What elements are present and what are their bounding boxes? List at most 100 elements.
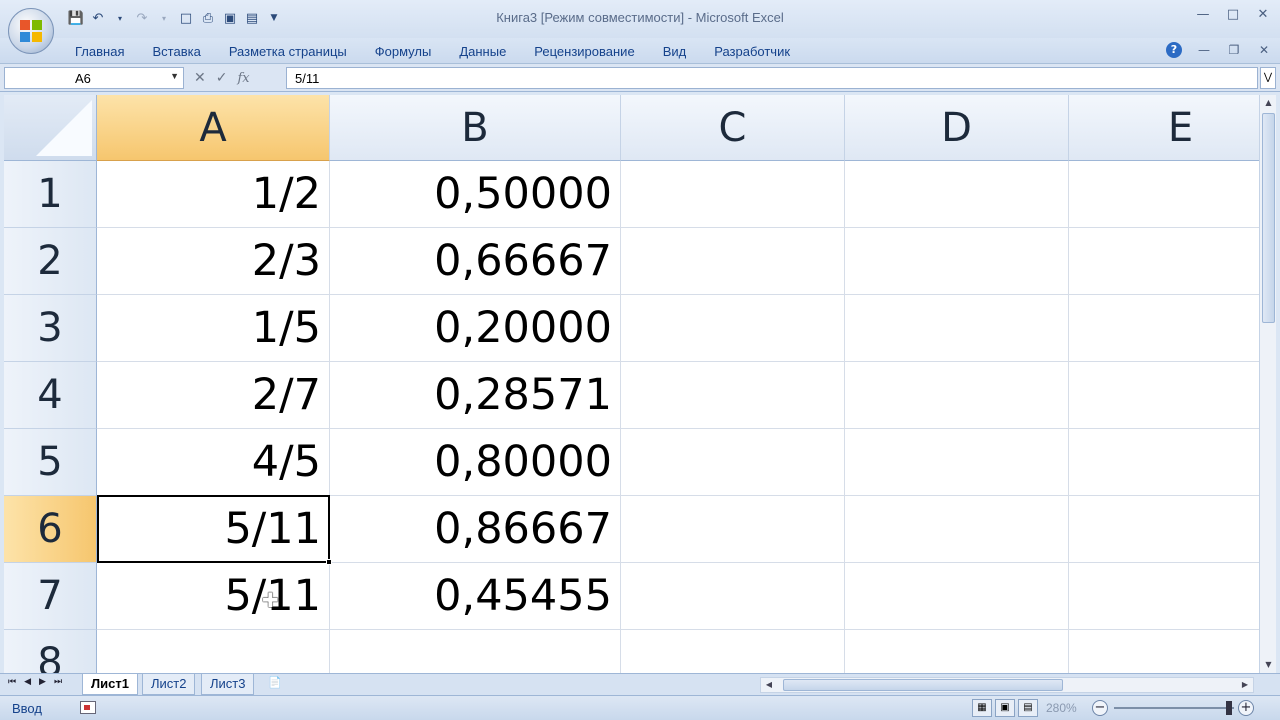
row-header-5[interactable]: 5 <box>4 429 97 496</box>
sheet-tab-1[interactable]: Лист1 <box>82 674 138 695</box>
formula-input[interactable]: 5/11 <box>286 67 1258 89</box>
cell-e3[interactable] <box>1069 295 1259 362</box>
cell-d5[interactable] <box>845 429 1069 496</box>
cell-c1[interactable] <box>621 161 845 228</box>
chevron-down-icon[interactable]: ▼ <box>170 71 179 81</box>
cell-c3[interactable] <box>621 295 845 362</box>
vertical-scroll-thumb[interactable] <box>1262 113 1275 323</box>
cell-d4[interactable] <box>845 362 1069 429</box>
row-header-6[interactable]: 6 <box>4 496 97 563</box>
cell-a3[interactable]: 1/5 <box>97 295 330 362</box>
zoom-out-icon[interactable]: − <box>1092 700 1108 716</box>
prev-sheet-icon[interactable]: ◀ <box>24 677 31 687</box>
tab-page-layout[interactable]: Разметка страницы <box>229 44 347 59</box>
scroll-right-icon[interactable]: ▶ <box>1237 678 1253 692</box>
row-header-3[interactable]: 3 <box>4 295 97 362</box>
tab-developer[interactable]: Разработчик <box>714 44 790 59</box>
cell-a5[interactable]: 4/5 <box>97 429 330 496</box>
minimize-icon[interactable]: — <box>1194 6 1212 24</box>
tab-formulas[interactable]: Формулы <box>375 44 432 59</box>
cell-b2[interactable]: 0,66667 <box>330 228 621 295</box>
cell-b3[interactable]: 0,20000 <box>330 295 621 362</box>
cell-b8[interactable] <box>330 630 621 673</box>
close-icon[interactable]: ✕ <box>1256 42 1272 58</box>
close-icon[interactable]: ✕ <box>1254 6 1272 24</box>
row-header-7[interactable]: 7 <box>4 563 97 630</box>
next-sheet-icon[interactable]: ▶ <box>39 677 46 687</box>
cell-e4[interactable] <box>1069 362 1259 429</box>
cell-a7[interactable]: 5/11 <box>97 563 330 630</box>
scroll-up-icon[interactable]: ▲ <box>1260 95 1277 111</box>
cell-d6[interactable] <box>845 496 1069 563</box>
cell-a6[interactable]: 5/11 <box>97 496 330 563</box>
normal-view-icon[interactable]: ▦ <box>972 699 992 717</box>
cell-e2[interactable] <box>1069 228 1259 295</box>
cell-a8[interactable] <box>97 630 330 673</box>
scroll-down-icon[interactable]: ▼ <box>1260 657 1277 673</box>
cell-b1[interactable]: 0,50000 <box>330 161 621 228</box>
office-button[interactable] <box>8 8 54 54</box>
zoom-in-icon[interactable]: + <box>1238 700 1254 716</box>
maximize-icon[interactable]: □ <box>1224 6 1242 24</box>
check-icon[interactable]: ✓ <box>216 70 228 86</box>
cell-e5[interactable] <box>1069 429 1259 496</box>
cell-d1[interactable] <box>845 161 1069 228</box>
cell-c7[interactable] <box>621 563 845 630</box>
row-header-2[interactable]: 2 <box>4 228 97 295</box>
cell-a4[interactable]: 2/7 <box>97 362 330 429</box>
cell-d8[interactable] <box>845 630 1069 673</box>
macro-record-icon[interactable] <box>80 701 96 714</box>
cell-d7[interactable] <box>845 563 1069 630</box>
column-header-e[interactable]: E <box>1069 95 1259 161</box>
horizontal-scroll-thumb[interactable] <box>783 679 1063 691</box>
column-header-a[interactable]: A <box>97 95 330 161</box>
cancel-icon[interactable]: ✕ <box>194 70 206 86</box>
horizontal-scrollbar[interactable]: ◀ ▶ <box>760 677 1254 693</box>
first-sheet-icon[interactable]: ⏮ <box>8 677 16 687</box>
cell-a2[interactable]: 2/3 <box>97 228 330 295</box>
row-header-8[interactable]: 8 <box>4 630 97 673</box>
last-sheet-icon[interactable]: ⏭ <box>54 677 62 687</box>
cell-c8[interactable] <box>621 630 845 673</box>
tab-insert[interactable]: Вставка <box>152 44 200 59</box>
row-header-4[interactable]: 4 <box>4 362 97 429</box>
row-header-1[interactable]: 1 <box>4 161 97 228</box>
help-icon[interactable]: ? <box>1166 42 1182 58</box>
cell-e6[interactable] <box>1069 496 1259 563</box>
cell-a1[interactable]: 1/2 <box>97 161 330 228</box>
column-header-d[interactable]: D <box>845 95 1069 161</box>
sheet-tab-2[interactable]: Лист2 <box>142 674 196 695</box>
column-header-b[interactable]: B <box>330 95 621 161</box>
insert-function-icon[interactable]: fx <box>237 71 249 86</box>
zoom-slider-thumb[interactable] <box>1226 701 1232 715</box>
cell-d2[interactable] <box>845 228 1069 295</box>
page-break-view-icon[interactable]: ▤ <box>1018 699 1038 717</box>
cell-c4[interactable] <box>621 362 845 429</box>
page-layout-view-icon[interactable]: ▣ <box>995 699 1015 717</box>
cell-c5[interactable] <box>621 429 845 496</box>
zoom-level[interactable]: 280% <box>1046 701 1077 715</box>
cell-e7[interactable] <box>1069 563 1259 630</box>
cell-b4[interactable]: 0,28571 <box>330 362 621 429</box>
vertical-scrollbar[interactable]: ▲ ▼ <box>1259 95 1276 673</box>
minimize-icon[interactable]: — <box>1196 42 1212 58</box>
insert-sheet-icon[interactable]: 📄 <box>264 676 286 693</box>
zoom-slider[interactable] <box>1114 707 1234 709</box>
scroll-left-icon[interactable]: ◀ <box>761 678 777 692</box>
column-header-c[interactable]: C <box>621 95 845 161</box>
select-all-button[interactable] <box>4 95 97 161</box>
tab-review[interactable]: Рецензирование <box>534 44 634 59</box>
tab-data[interactable]: Данные <box>459 44 506 59</box>
tab-home[interactable]: Главная <box>75 44 124 59</box>
expand-formula-bar-icon[interactable]: ⋁ <box>1260 67 1276 89</box>
restore-icon[interactable]: ❐ <box>1226 42 1242 58</box>
name-box[interactable]: A6 ▼ <box>4 67 184 89</box>
cell-b6[interactable]: 0,86667 <box>330 496 621 563</box>
cell-c6[interactable] <box>621 496 845 563</box>
sheet-tab-3[interactable]: Лист3 <box>201 674 255 695</box>
cell-b7[interactable]: 0,45455 <box>330 563 621 630</box>
cell-e8[interactable] <box>1069 630 1259 673</box>
cell-c2[interactable] <box>621 228 845 295</box>
cell-d3[interactable] <box>845 295 1069 362</box>
cell-b5[interactable]: 0,80000 <box>330 429 621 496</box>
